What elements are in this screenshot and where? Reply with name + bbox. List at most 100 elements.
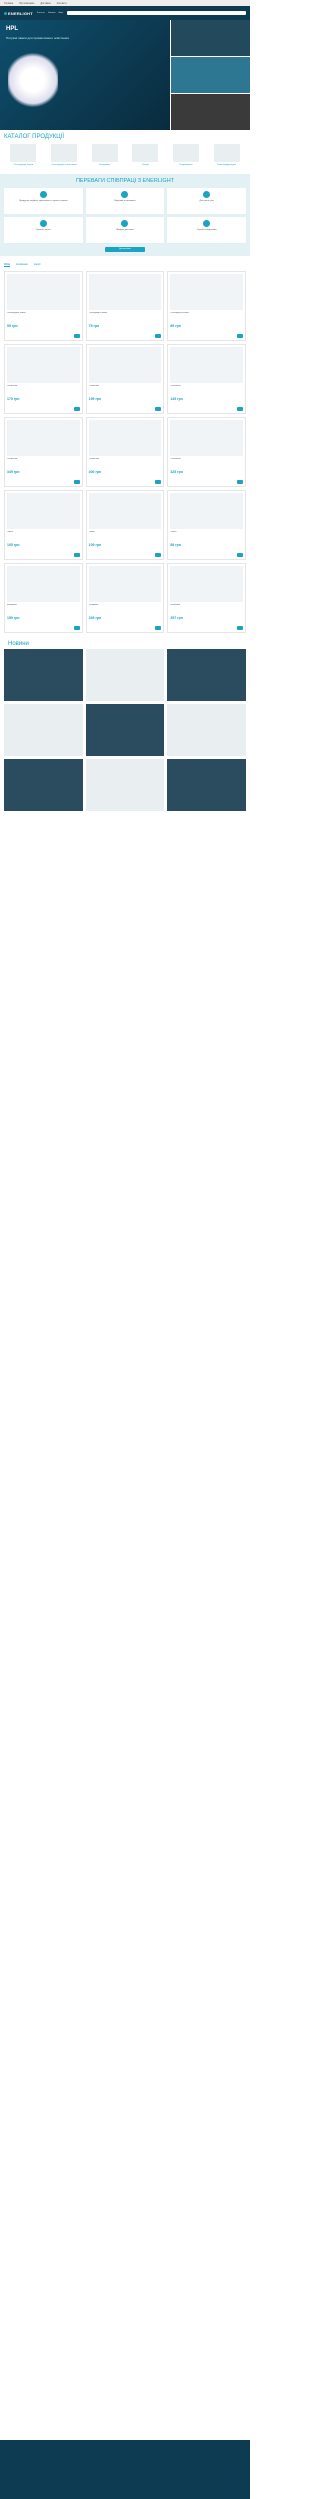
product-name: Лампа <box>170 531 177 533</box>
product-price: 149 грн <box>170 397 183 401</box>
cart-button[interactable] <box>236 407 243 411</box>
topbar-link[interactable]: Головна <box>4 2 13 5</box>
product-price: 349 грн <box>7 470 20 474</box>
news-section: Новини <box>0 635 250 813</box>
advantage-text: Гарантія якості <box>35 229 51 231</box>
catalog-item[interactable]: Ліхтарі <box>132 144 159 166</box>
product-image <box>7 420 80 456</box>
category-image <box>213 144 240 162</box>
product-card[interactable]: Світильник 149 грн <box>167 344 246 414</box>
product-card[interactable]: Батарейка 339 грн <box>85 563 165 633</box>
cart-button[interactable] <box>73 626 80 630</box>
product-card[interactable]: Світильник 325 грн <box>167 417 246 487</box>
news-card[interactable] <box>167 649 246 701</box>
advantage-icon <box>121 191 129 198</box>
advantage-item: Широкий асортимент <box>85 188 165 214</box>
product-name: Лампа <box>7 531 13 533</box>
product-card[interactable]: Світлодіодна лампа 75 грн <box>85 271 165 341</box>
advantage-item: Продукція надійна, ефективна та довго сл… <box>4 188 83 214</box>
cart-button[interactable] <box>155 407 162 411</box>
tab-new[interactable]: Новинки <box>16 262 28 267</box>
product-card[interactable]: Світлодіодна лампа 89 грн <box>167 271 246 341</box>
topbar-link[interactable]: Про компанію <box>19 2 34 5</box>
side-banner[interactable] <box>171 94 250 130</box>
catalog-item[interactable]: Подовжувачі <box>172 144 199 166</box>
nav-item[interactable]: Акції <box>59 12 64 14</box>
catalog-item[interactable]: Світлодіодні лампи <box>10 144 37 166</box>
news-title: Новини <box>8 641 29 647</box>
advantage-text: Сервісна підтримка <box>196 229 217 231</box>
advantage-icon <box>39 220 47 227</box>
product-image <box>7 274 80 310</box>
news-card[interactable] <box>4 704 83 756</box>
footer-column <box>66 2444 124 2495</box>
topbar-link[interactable]: Доставка <box>40 2 50 5</box>
nav-item[interactable]: Каталог <box>37 12 45 14</box>
product-name: Світильник <box>170 458 181 460</box>
product-tabs: Хіти Новинки Акції <box>0 260 250 269</box>
product-card[interactable]: Лампа 105 грн <box>4 490 83 560</box>
cart-button[interactable] <box>73 407 80 411</box>
cart-button[interactable] <box>236 626 243 630</box>
lamp-image <box>8 50 58 110</box>
news-card[interactable] <box>167 704 246 756</box>
product-card[interactable]: Світлодіодна лампа 59 грн <box>4 271 83 341</box>
product-name: Світильник <box>88 385 99 387</box>
news-card[interactable] <box>85 649 165 701</box>
cart-button[interactable] <box>73 480 80 484</box>
product-grid: Світлодіодна лампа 59 грн Світлодіодна ла… <box>0 269 250 635</box>
product-image <box>170 274 243 310</box>
details-button[interactable]: Детальніше <box>105 247 145 252</box>
product-name: Батарейка <box>170 604 181 606</box>
product-image <box>170 566 243 602</box>
logo[interactable]: ENERLIGHT <box>4 11 33 16</box>
cart-button[interactable] <box>155 480 162 484</box>
product-card[interactable]: Лампа 109 грн <box>85 490 165 560</box>
hero-main-slide[interactable]: HPL Потужні лампи для промислового освіт… <box>0 20 170 130</box>
category-image <box>132 144 159 162</box>
side-banner[interactable] <box>171 20 250 56</box>
search-input[interactable] <box>67 11 246 15</box>
cart-button[interactable] <box>73 334 80 338</box>
cart-button[interactable] <box>236 553 243 557</box>
advantage-item: Швидка доставка <box>85 217 165 243</box>
advantage-icon <box>203 191 211 198</box>
tab-sale[interactable]: Акції <box>34 262 41 267</box>
cart-button[interactable] <box>155 334 162 338</box>
catalog-item[interactable]: Електрофурнітура <box>213 144 240 166</box>
product-card[interactable]: Світильник 349 грн <box>4 417 83 487</box>
product-card[interactable]: Світильник 199 грн <box>85 344 165 414</box>
cart-button[interactable] <box>236 334 243 338</box>
category-image <box>91 144 118 162</box>
side-banner[interactable] <box>171 57 250 93</box>
product-price: 325 грн <box>170 470 183 474</box>
cart-button[interactable] <box>155 553 162 557</box>
cart-button[interactable] <box>73 553 80 557</box>
news-card[interactable] <box>85 704 165 756</box>
tab-hits[interactable]: Хіти <box>4 262 11 267</box>
advantage-item: Доступна ціна <box>167 188 246 214</box>
product-card[interactable]: Батарейка 159 грн <box>4 563 83 633</box>
catalog-title: КАТАЛОГ ПРОДУКЦІЇ <box>4 134 65 140</box>
news-card[interactable] <box>4 759 83 811</box>
product-price: 339 грн <box>88 616 102 620</box>
catalog-item[interactable]: Батарейки <box>91 144 118 166</box>
product-card[interactable]: Батарейка 257 грн <box>167 563 246 633</box>
product-card[interactable]: Світильник 175 грн <box>4 344 83 414</box>
cart-button[interactable] <box>236 480 243 484</box>
topbar-link[interactable]: Контакти <box>57 2 67 5</box>
product-price: 89 грн <box>170 543 181 547</box>
news-card[interactable] <box>4 649 83 701</box>
news-card[interactable] <box>167 759 246 811</box>
product-card[interactable]: Лампа 89 грн <box>167 490 246 560</box>
news-card[interactable] <box>85 759 165 811</box>
category-label: Електрофурнітура <box>217 164 236 166</box>
nav-item[interactable]: Новини <box>48 12 56 14</box>
catalog-item[interactable]: Світлодіодні світильники <box>50 144 77 166</box>
product-card[interactable]: Світильник 400 грн <box>85 417 165 487</box>
product-name: Світильник <box>7 385 18 387</box>
product-image <box>7 347 80 383</box>
cart-button[interactable] <box>155 626 162 630</box>
product-image <box>170 420 243 456</box>
advantage-text: Широкий асортимент <box>114 200 136 202</box>
